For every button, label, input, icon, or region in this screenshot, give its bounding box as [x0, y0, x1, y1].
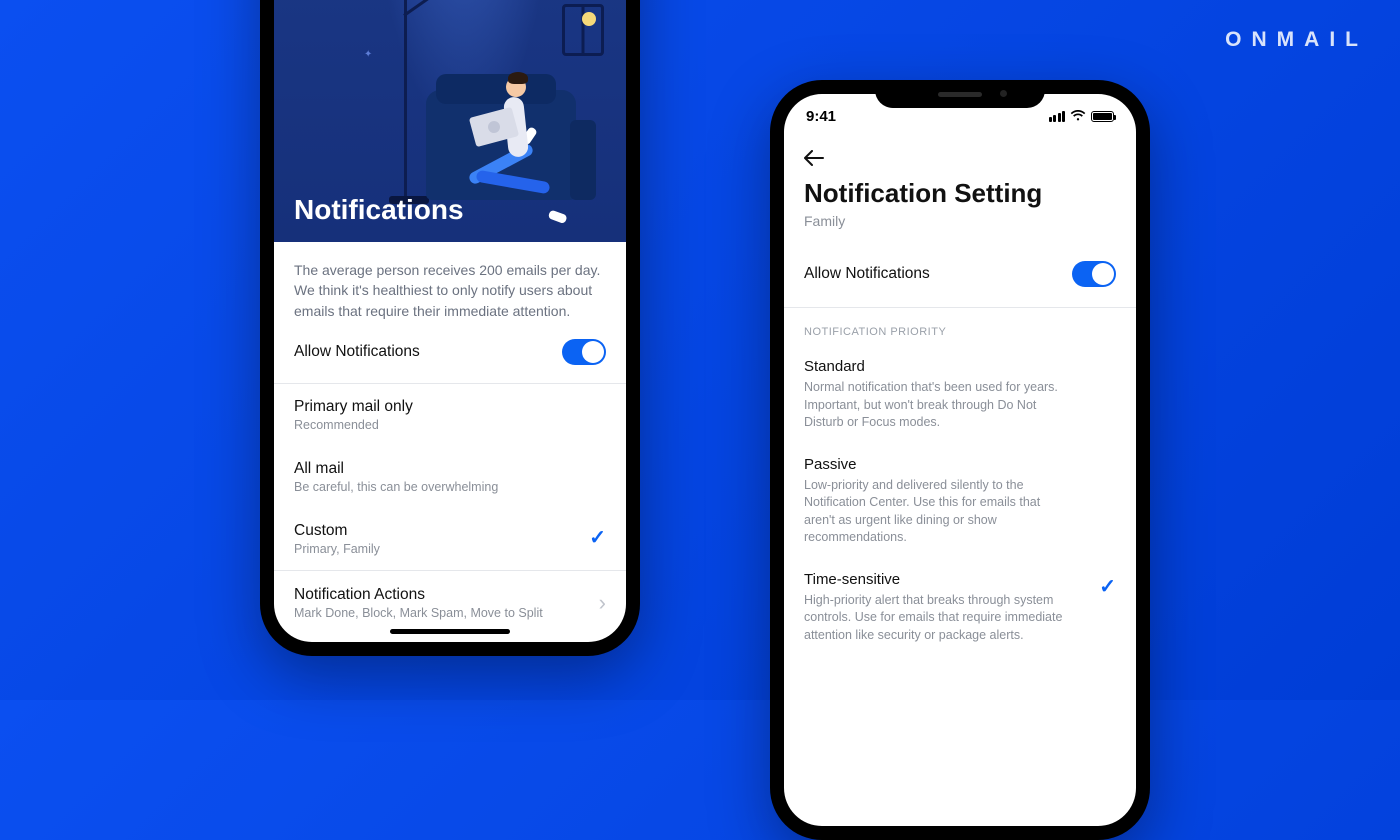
- option-subtitle: Primary, Family: [294, 542, 380, 556]
- section-label-priority: NOTIFICATION PRIORITY: [784, 308, 1136, 346]
- chevron-right-icon: ›: [599, 590, 606, 616]
- priority-title: Passive: [804, 456, 1116, 473]
- option-all-mail[interactable]: All mail Be careful, this can be overwhe…: [294, 446, 606, 508]
- hero-illustration: ✦ Notifications: [274, 0, 626, 242]
- screen-notifications: ✦ Notifications The average person recei…: [274, 0, 626, 642]
- allow-notifications-label: Allow Notifications: [804, 265, 930, 283]
- actions-title: Notification Actions: [294, 586, 543, 604]
- arrow-left-icon: [804, 150, 824, 166]
- notch: [875, 80, 1045, 108]
- phone-frame-setting: 9:41 Notification Setting Family Allow N…: [770, 80, 1150, 840]
- priority-description: High-priority alert that breaks through …: [804, 592, 1064, 645]
- allow-notifications-row[interactable]: Allow Notifications: [804, 241, 1116, 307]
- back-button[interactable]: [784, 138, 844, 176]
- home-indicator[interactable]: [390, 629, 510, 634]
- checkmark-icon: ✓: [589, 528, 606, 548]
- phone-frame-notifications: ✦ Notifications The average person recei…: [260, 0, 640, 656]
- option-subtitle: Be careful, this can be overwhelming: [294, 480, 606, 494]
- option-title: Custom: [294, 522, 380, 540]
- allow-notifications-label: Allow Notifications: [294, 343, 420, 361]
- page-subtitle: Family: [804, 213, 1116, 229]
- option-subtitle: Recommended: [294, 418, 606, 432]
- priority-time-sensitive[interactable]: Time-sensitive High-priority alert that …: [784, 559, 1136, 657]
- priority-description: Low-priority and delivered silently to t…: [804, 477, 1064, 547]
- page-title: Notifications: [294, 194, 464, 226]
- wifi-icon: [1070, 110, 1086, 122]
- notifications-description: The average person receives 200 emails p…: [294, 260, 606, 321]
- priority-standard[interactable]: Standard Normal notification that's been…: [784, 346, 1136, 444]
- option-title: All mail: [294, 460, 606, 478]
- page-title: Notification Setting: [804, 178, 1116, 209]
- option-custom[interactable]: Custom Primary, Family ✓: [294, 508, 606, 570]
- cellular-icon: [1049, 111, 1066, 122]
- option-title: Primary mail only: [294, 398, 606, 416]
- screen-setting: 9:41 Notification Setting Family Allow N…: [784, 94, 1136, 826]
- actions-subtitle: Mark Done, Block, Mark Spam, Move to Spl…: [294, 606, 543, 620]
- priority-title: Time-sensitive: [804, 571, 1064, 588]
- priority-title: Standard: [804, 358, 1116, 375]
- brand-logo: ONMAIL: [1225, 28, 1368, 52]
- battery-icon: [1091, 111, 1114, 122]
- status-time: 9:41: [806, 108, 836, 125]
- notification-actions-row[interactable]: Notification Actions Mark Done, Block, M…: [294, 571, 606, 638]
- priority-passive[interactable]: Passive Low-priority and delivered silen…: [784, 444, 1136, 559]
- priority-description: Normal notification that's been used for…: [804, 379, 1064, 432]
- allow-notifications-row[interactable]: Allow Notifications: [294, 321, 606, 383]
- allow-notifications-toggle[interactable]: [1072, 261, 1116, 287]
- allow-notifications-toggle[interactable]: [562, 339, 606, 365]
- checkmark-icon: ✓: [1099, 577, 1116, 597]
- option-primary-mail[interactable]: Primary mail only Recommended: [294, 384, 606, 446]
